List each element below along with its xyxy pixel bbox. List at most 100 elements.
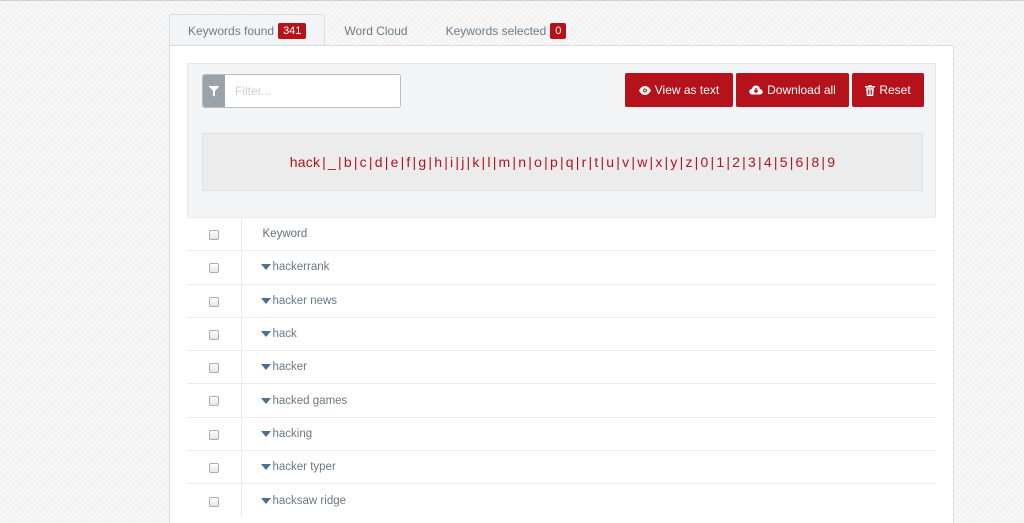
letter-link[interactable]: 9 bbox=[827, 154, 835, 170]
keyword-text[interactable]: hacker news bbox=[273, 295, 338, 307]
tab-word-cloud-label: Word Cloud bbox=[344, 23, 408, 38]
row-checkbox[interactable] bbox=[208, 463, 219, 474]
caret-down-icon[interactable] bbox=[260, 397, 271, 404]
keyword-cell: hacking bbox=[241, 416, 936, 451]
letter-link[interactable]: 1 bbox=[716, 154, 724, 170]
letter-link[interactable]: o bbox=[534, 154, 542, 170]
cloud-download-icon bbox=[749, 85, 763, 95]
row-checkbox-cell bbox=[187, 350, 242, 384]
row-checkbox[interactable] bbox=[208, 363, 219, 374]
letter-link[interactable]: 8 bbox=[811, 154, 819, 170]
letter-link[interactable]: r bbox=[582, 154, 587, 170]
letter-link[interactable]: w bbox=[637, 154, 647, 170]
letter-link[interactable]: 3 bbox=[748, 154, 756, 170]
letter-separator: | bbox=[726, 154, 731, 170]
keyword-cell: hacker news bbox=[241, 283, 936, 318]
row-checkbox[interactable] bbox=[208, 496, 219, 507]
tab-word-cloud[interactable]: Word Cloud bbox=[325, 14, 426, 46]
letter-separator: | bbox=[368, 154, 373, 170]
letter-separator: | bbox=[821, 154, 826, 170]
toolbar-area: View as text Download all Reset hack|_|b… bbox=[187, 63, 936, 218]
row-checkbox[interactable] bbox=[208, 429, 219, 440]
letter-link[interactable]: j bbox=[461, 154, 464, 170]
tab-keywords-selected-label: Keywords selected bbox=[445, 23, 547, 38]
letter-link[interactable]: n bbox=[518, 154, 526, 170]
letter-link[interactable]: v bbox=[622, 154, 629, 170]
letter-link[interactable]: 5 bbox=[780, 154, 788, 170]
keyword-text[interactable]: hacked games bbox=[273, 395, 348, 407]
keyword-text[interactable]: hacking bbox=[273, 428, 313, 440]
keyword-text[interactable]: hackerrank bbox=[273, 261, 330, 273]
row-checkbox[interactable] bbox=[208, 329, 219, 340]
top-border bbox=[0, 0, 1024, 1]
letter-link[interactable]: y bbox=[670, 154, 677, 170]
keyword-cell: hackerrank bbox=[241, 250, 936, 285]
letter-link[interactable]: p bbox=[550, 154, 558, 170]
letter-link[interactable]: hack bbox=[290, 154, 320, 170]
letter-link[interactable]: i bbox=[450, 154, 453, 170]
filter-input[interactable] bbox=[225, 75, 400, 107]
row-checkbox[interactable] bbox=[208, 263, 219, 274]
keyword-text[interactable]: hacker typer bbox=[273, 461, 336, 473]
caret-down-icon[interactable] bbox=[260, 331, 271, 338]
row-checkbox[interactable] bbox=[208, 296, 219, 307]
letter-link[interactable]: 6 bbox=[796, 154, 804, 170]
letter-link[interactable]: d bbox=[375, 154, 383, 170]
letter-link[interactable]: x bbox=[655, 154, 662, 170]
keyword-text[interactable]: hacksaw ridge bbox=[273, 495, 347, 507]
caret-down-icon[interactable] bbox=[260, 430, 271, 437]
letter-link[interactable]: k bbox=[472, 154, 479, 170]
letter-separator: | bbox=[664, 154, 669, 170]
caret-down-icon[interactable] bbox=[260, 264, 271, 271]
row-checkbox-cell bbox=[187, 316, 242, 351]
select-all-checkbox[interactable] bbox=[208, 229, 219, 240]
caret-down-icon[interactable] bbox=[260, 297, 271, 304]
view-as-text-button[interactable]: View as text bbox=[625, 73, 733, 107]
keyword-text[interactable]: hack bbox=[273, 328, 297, 340]
letter-link[interactable]: u bbox=[606, 154, 614, 170]
table-row: hacksaw ridge bbox=[187, 483, 936, 518]
letter-link[interactable]: e bbox=[391, 154, 399, 170]
letter-link[interactable]: _ bbox=[328, 154, 336, 170]
letter-link[interactable]: 2 bbox=[732, 154, 740, 170]
keyword-cell: hacksaw ridge bbox=[241, 483, 936, 518]
letter-link[interactable]: l bbox=[487, 154, 490, 170]
letter-separator: | bbox=[544, 154, 548, 170]
tab-keywords-selected[interactable]: Keywords selected 0 bbox=[427, 14, 586, 46]
letter-link[interactable]: t bbox=[594, 154, 598, 170]
letter-separator: | bbox=[616, 154, 621, 170]
download-all-button[interactable]: Download all bbox=[736, 73, 849, 107]
letter-link[interactable]: 0 bbox=[700, 154, 708, 170]
letter-separator: | bbox=[400, 154, 405, 170]
letter-separator: | bbox=[353, 154, 358, 170]
letter-link[interactable]: c bbox=[360, 154, 367, 170]
letter-link[interactable]: h bbox=[434, 154, 442, 170]
keyword-text[interactable]: hacker bbox=[273, 361, 308, 373]
letter-link[interactable]: 4 bbox=[764, 154, 772, 170]
letter-separator: | bbox=[694, 154, 699, 170]
row-checkbox-cell bbox=[187, 283, 242, 318]
tab-keywords-found[interactable]: Keywords found 341 bbox=[169, 14, 326, 47]
table-header-row: Keyword bbox=[187, 216, 936, 251]
tab-bar: Keywords found 341 Word Cloud Keywords s… bbox=[169, 14, 586, 47]
letter-link[interactable]: b bbox=[344, 154, 352, 170]
row-checkbox-cell bbox=[187, 416, 242, 451]
view-as-text-label: View as text bbox=[654, 83, 720, 97]
letter-link[interactable]: g bbox=[418, 154, 426, 170]
letter-separator: | bbox=[710, 154, 715, 170]
letter-separator: | bbox=[758, 154, 762, 170]
letter-separator: | bbox=[528, 154, 533, 170]
caret-down-icon[interactable] bbox=[260, 364, 271, 371]
letter-link[interactable]: q bbox=[566, 154, 574, 170]
keywords-selected-count-badge: 0 bbox=[550, 22, 567, 39]
reset-button[interactable]: Reset bbox=[852, 73, 924, 107]
letter-separator: | bbox=[773, 154, 778, 170]
row-checkbox[interactable] bbox=[208, 396, 219, 407]
letter-link[interactable]: z bbox=[685, 154, 692, 170]
letter-link[interactable]: f bbox=[406, 154, 410, 170]
letter-separator: | bbox=[600, 154, 605, 170]
caret-down-icon[interactable] bbox=[260, 497, 271, 504]
letter-link[interactable]: m bbox=[499, 154, 511, 170]
table-row: hacked games bbox=[187, 383, 936, 418]
caret-down-icon[interactable] bbox=[260, 464, 271, 471]
